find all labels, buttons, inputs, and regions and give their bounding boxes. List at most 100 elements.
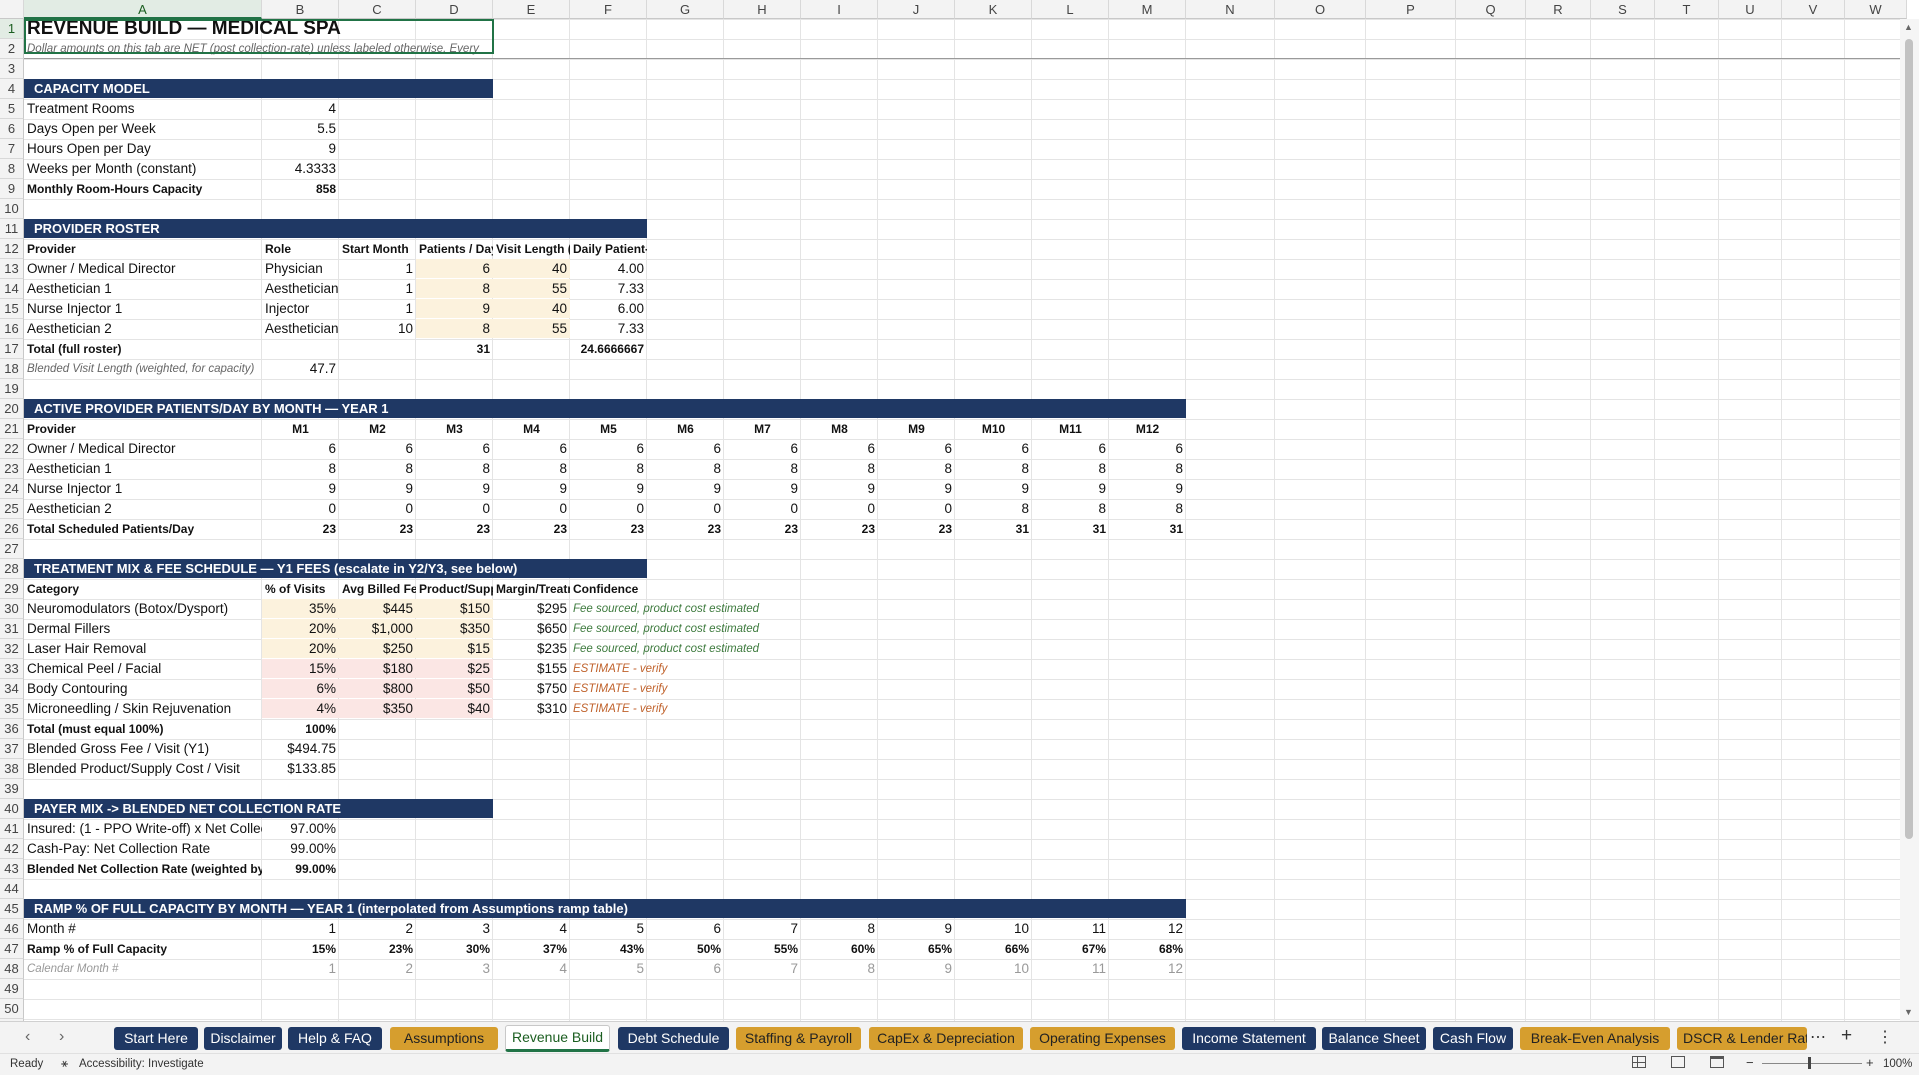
sheet-tab-dscr-lender-ratios[interactable]: DSCR & Lender Ratios	[1677, 1027, 1807, 1050]
column-header-u[interactable]: U	[1719, 0, 1782, 19]
monthly-value[interactable]: 6	[339, 439, 416, 458]
cell-a48[interactable]: Calendar Month #	[24, 959, 262, 978]
section-header[interactable]: TREATMENT MIX & FEE SCHEDULE — Y1 FEES (…	[24, 559, 647, 578]
cell-f14[interactable]: 7.33	[570, 279, 647, 298]
monthly-value[interactable]: 0	[262, 499, 339, 518]
cell-a13[interactable]: Owner / Medical Director	[24, 259, 262, 278]
zoom-slider-thumb[interactable]	[1808, 1057, 1811, 1069]
cell-b33[interactable]: 15%	[262, 659, 339, 678]
cell-a18[interactable]: Blended Visit Length (weighted, for capa…	[24, 359, 262, 378]
cell-b32[interactable]: 20%	[262, 639, 339, 658]
cell-f33[interactable]: ESTIMATE - verify	[570, 659, 667, 678]
month-header-m1[interactable]: M1	[262, 419, 339, 438]
monthly-value[interactable]: 9	[570, 479, 647, 498]
section-header[interactable]: CAPACITY MODEL	[24, 79, 493, 98]
cell-a41[interactable]: Insured: (1 - PPO Write-off) x Net Colle…	[24, 819, 262, 838]
monthly-value[interactable]: 6	[1109, 439, 1186, 458]
cell-a12[interactable]: Provider	[24, 239, 262, 258]
cell-b7[interactable]: 9	[262, 139, 339, 158]
cell-d13[interactable]: 6	[416, 259, 493, 278]
row-header-26[interactable]: 26	[0, 519, 24, 539]
cell-a24[interactable]: Nurse Injector 1	[24, 479, 262, 498]
cell-a31[interactable]: Dermal Fillers	[24, 619, 262, 638]
month-header-m5[interactable]: M5	[570, 419, 647, 438]
column-header-m[interactable]: M	[1109, 0, 1186, 19]
column-header-h[interactable]: H	[724, 0, 801, 19]
monthly-value[interactable]: 5	[570, 959, 647, 978]
cell-c34[interactable]: $800	[339, 679, 416, 698]
row-header-15[interactable]: 15	[0, 299, 24, 319]
monthly-value[interactable]: 6	[1032, 439, 1109, 458]
cell-e34[interactable]: $750	[493, 679, 570, 698]
column-header-p[interactable]: P	[1366, 0, 1456, 19]
sheet-tab-cash-flow[interactable]: Cash Flow	[1433, 1027, 1513, 1050]
cell-a29[interactable]: Category	[24, 579, 262, 598]
month-header-m8[interactable]: M8	[801, 419, 878, 438]
row-header-22[interactable]: 22	[0, 439, 24, 459]
cell-a22[interactable]: Owner / Medical Director	[24, 439, 262, 458]
monthly-value[interactable]: 0	[801, 499, 878, 518]
monthly-value[interactable]: 6	[647, 919, 724, 938]
monthly-value[interactable]: 9	[955, 479, 1032, 498]
monthly-value[interactable]: 8	[801, 459, 878, 478]
monthly-value[interactable]: 0	[570, 499, 647, 518]
scroll-thumb[interactable]	[1905, 39, 1913, 839]
cell-b41[interactable]: 97.00%	[262, 819, 339, 838]
monthly-value[interactable]: 8	[724, 459, 801, 478]
cell-e31[interactable]: $650	[493, 619, 570, 638]
cell-a35[interactable]: Microneedling / Skin Rejuvenation	[24, 699, 262, 718]
cell-c32[interactable]: $250	[339, 639, 416, 658]
row-header-30[interactable]: 30	[0, 599, 24, 619]
cell-e30[interactable]: $295	[493, 599, 570, 618]
row-header-35[interactable]: 35	[0, 699, 24, 719]
note-text[interactable]: Dollar amounts on this tab are NET (post…	[24, 39, 493, 58]
monthly-value[interactable]: 8	[955, 459, 1032, 478]
monthly-value[interactable]: 8	[416, 459, 493, 478]
scroll-up-icon[interactable]: ▲	[1904, 22, 1913, 32]
cell-d35[interactable]: $40	[416, 699, 493, 718]
cell-f34[interactable]: ESTIMATE - verify	[570, 679, 667, 698]
monthly-value[interactable]: 67%	[1032, 939, 1109, 958]
monthly-value[interactable]: 8	[801, 919, 878, 938]
cell-c31[interactable]: $1,000	[339, 619, 416, 638]
row-header-46[interactable]: 46	[0, 919, 24, 939]
zoom-level[interactable]: 100%	[1883, 1058, 1912, 1070]
row-header-14[interactable]: 14	[0, 279, 24, 299]
cell-c13[interactable]: 1	[339, 259, 416, 278]
cell-d31[interactable]: $350	[416, 619, 493, 638]
page-title[interactable]: REVENUE BUILD — MEDICAL SPA	[24, 18, 341, 39]
cell-a16[interactable]: Aesthetician 2	[24, 319, 262, 338]
cell-c33[interactable]: $180	[339, 659, 416, 678]
zoom-in-icon[interactable]: +	[1866, 1055, 1874, 1070]
column-header-a[interactable]: A	[24, 0, 262, 19]
monthly-value[interactable]: 23	[647, 519, 724, 538]
monthly-value[interactable]: 43%	[570, 939, 647, 958]
monthly-value[interactable]: 6	[262, 439, 339, 458]
scroll-down-icon[interactable]: ▼	[1904, 1007, 1913, 1017]
cell-a23[interactable]: Aesthetician 1	[24, 459, 262, 478]
section-header[interactable]: ACTIVE PROVIDER PATIENTS/DAY BY MONTH — …	[24, 399, 1186, 418]
page-break-view-icon[interactable]	[1710, 1056, 1724, 1068]
monthly-value[interactable]: 31	[1032, 519, 1109, 538]
monthly-value[interactable]: 7	[724, 959, 801, 978]
cell-d34[interactable]: $50	[416, 679, 493, 698]
row-header-49[interactable]: 49	[0, 979, 24, 999]
sheet-tab-staffing-payroll[interactable]: Staffing & Payroll	[736, 1027, 861, 1050]
monthly-value[interactable]: 3	[416, 959, 493, 978]
cell-e32[interactable]: $235	[493, 639, 570, 658]
cell-b13[interactable]: Physician	[262, 259, 339, 278]
sheet-tab-help-faq[interactable]: Help & FAQ	[288, 1027, 382, 1050]
cell-d32[interactable]: $15	[416, 639, 493, 658]
section-header[interactable]: PAYER MIX -> BLENDED NET COLLECTION RATE	[24, 799, 493, 818]
monthly-value[interactable]: 8	[262, 459, 339, 478]
cell-d17[interactable]: 31	[416, 339, 493, 358]
sheet-tab-debt-schedule[interactable]: Debt Schedule	[618, 1027, 729, 1050]
cell-b6[interactable]: 5.5	[262, 119, 339, 138]
cell-b42[interactable]: 99.00%	[262, 839, 339, 858]
section-header[interactable]: RAMP % OF FULL CAPACITY BY MONTH — YEAR …	[24, 899, 1186, 918]
monthly-value[interactable]: 8	[493, 459, 570, 478]
row-header-13[interactable]: 13	[0, 259, 24, 279]
monthly-value[interactable]: 8	[801, 959, 878, 978]
cell-a21[interactable]: Provider	[24, 419, 262, 438]
column-header-w[interactable]: W	[1845, 0, 1907, 19]
